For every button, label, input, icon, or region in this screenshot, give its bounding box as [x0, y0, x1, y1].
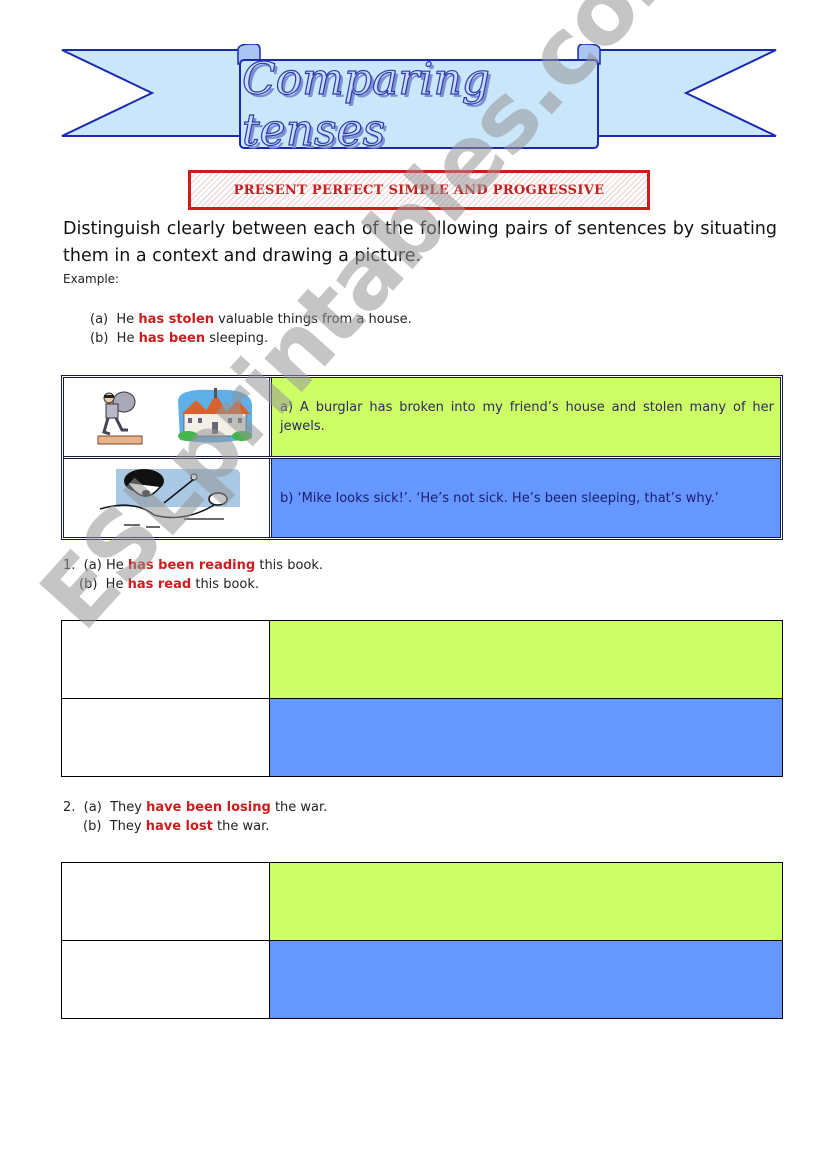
exercise-1-sentences: 1. (a) He has been reading this book. (b…	[63, 556, 323, 594]
example-answer-b: b) ‘Mike looks sick!’. ‘He’s not sick. H…	[280, 490, 719, 506]
sentence-label: (b)	[83, 819, 102, 834]
highlighted-verb: has been	[138, 331, 206, 346]
title-banner: Comparing tenses	[60, 44, 778, 157]
sentence-subject: They	[109, 819, 142, 834]
sleepy-boy-icon	[99, 469, 240, 528]
exercise-2-sentence-b: (b) They have lost the war.	[63, 817, 327, 836]
instruction-text: Distinguish clearly between each of the …	[63, 219, 777, 266]
table-row	[62, 863, 782, 940]
sentence-rest: this book.	[195, 577, 260, 592]
answer-cell-b[interactable]	[270, 699, 782, 776]
house-icon	[178, 388, 252, 443]
answer-cell-a: a) A burglar has broken into my friend’s…	[272, 378, 780, 456]
sentence-subject: He	[116, 331, 135, 346]
exercise-1-sentence-b: (b) He has read this book.	[63, 575, 323, 594]
drawing-cell[interactable]	[62, 621, 270, 698]
highlighted-verb: has read	[127, 577, 192, 592]
table-row	[62, 940, 782, 1018]
subtitle-box: PRESENT PERFECT SIMPLE AND PROGRESSIVE	[188, 170, 650, 210]
sentence-label: (a)	[90, 312, 109, 327]
answer-cell-b[interactable]	[270, 941, 782, 1018]
drawing-cell[interactable]	[62, 941, 270, 1018]
table-row: b) ‘Mike looks sick!’. ‘He’s not sick. H…	[64, 456, 780, 537]
sentence-subject: They	[110, 800, 142, 815]
exercise-2-table	[61, 862, 783, 1019]
example-table: a) A burglar has broken into my friend’s…	[61, 375, 783, 540]
highlighted-verb: have lost	[145, 819, 213, 834]
page-title: Comparing tenses	[241, 53, 490, 156]
sentence-subject: He	[116, 312, 135, 327]
example-label: Example:	[63, 272, 120, 286]
drawing-cell[interactable]	[62, 863, 270, 940]
sentence-rest: sleeping.	[209, 331, 269, 346]
highlighted-verb: have been losing	[146, 800, 271, 815]
picture-cell	[64, 459, 272, 537]
example-sentence-b: (b) He has been sleeping.	[90, 329, 412, 348]
answer-cell-b: b) ‘Mike looks sick!’. ‘He’s not sick. H…	[272, 459, 780, 537]
exercise-1-sentence-a: 1. (a) He has been reading this book.	[63, 556, 323, 575]
exercise-1-table	[61, 620, 783, 777]
sentence-label: (b)	[79, 577, 98, 592]
sentence-rest: the war.	[217, 819, 270, 834]
sentence-rest: valuable things from a house.	[218, 312, 412, 327]
example-answer-a: a) A burglar has broken into my friend’s…	[280, 400, 774, 434]
highlighted-verb: has stolen	[138, 312, 215, 327]
exercise-2-sentence-a: 2. (a) They have been losing the war.	[63, 798, 327, 817]
drawing-cell[interactable]	[62, 699, 270, 776]
exercise-2-sentences: 2. (a) They have been losing the war. (b…	[63, 798, 327, 836]
table-row	[62, 698, 782, 776]
sentence-rest: the war.	[274, 800, 328, 815]
highlighted-verb: has been reading	[127, 558, 256, 573]
sentence-subject: He	[105, 558, 124, 573]
sentence-label: (a)	[83, 800, 102, 815]
example-sentences: (a) He has stolen valuable things from a…	[90, 310, 412, 348]
sentence-label: (a)	[83, 558, 102, 573]
example-sentence-a: (a) He has stolen valuable things from a…	[90, 310, 412, 329]
sentence-rest: this book.	[259, 558, 324, 573]
answer-cell-a[interactable]	[270, 863, 782, 940]
burglar-icon	[97, 391, 143, 445]
subtitle: PRESENT PERFECT SIMPLE AND PROGRESSIVE	[233, 182, 605, 198]
picture-cell	[64, 378, 272, 456]
exercise-number: 1.	[63, 558, 76, 573]
sentence-subject: He	[105, 577, 124, 592]
exercise-number: 2.	[63, 800, 76, 815]
table-row	[62, 621, 782, 698]
sentence-label: (b)	[90, 331, 109, 346]
table-row: a) A burglar has broken into my friend’s…	[64, 378, 780, 456]
answer-cell-a[interactable]	[270, 621, 782, 698]
